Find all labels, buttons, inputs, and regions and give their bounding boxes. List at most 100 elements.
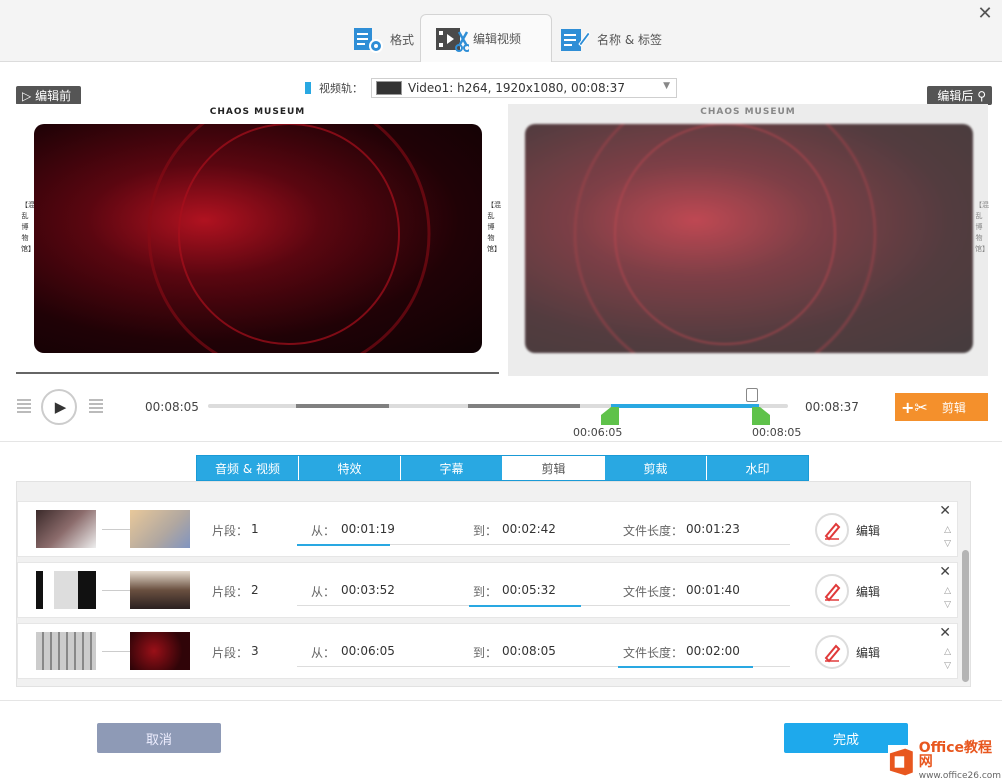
move-up-icon[interactable]: △ [944,525,951,535]
video-track-icon [305,82,311,94]
edit-pen-button[interactable] [815,513,849,547]
tab-subtitles[interactable]: 字幕 [401,456,503,480]
length-value: 00:01:40 [686,583,740,597]
play-button[interactable]: ▶ [41,389,77,425]
segment-thumb-end [130,632,190,670]
from-time[interactable]: 00:03:52 [341,583,395,597]
watermark-brand: Office教程网 [918,740,993,770]
edit-label[interactable]: 编辑 [856,583,880,600]
magnifier-icon: ⚲ [977,89,986,103]
after-preview-pane: CHAOS MUSEUM 【混乱博物馆】 [508,82,989,386]
segment-thumb-end [130,510,190,548]
segment-label: 片段： [212,646,249,660]
tag-edit-icon [559,26,591,52]
segment-row-2[interactable]: 片段： 2 从： 00:03:52 到： 00:05:32 文件长度： 00:0… [17,562,958,618]
row-underline [390,544,790,545]
format-settings-icon [352,26,383,53]
from-underline [297,544,390,546]
tab-name-tags-label: 名称 & 标签 [597,32,662,47]
tab-audio-video[interactable]: 音频 & 视频 [197,456,299,480]
watermark-url: www.office26.com [918,771,1002,781]
remove-icon[interactable]: ✕ [939,564,951,580]
length-label: 文件长度： [623,646,684,660]
length-value: 00:01:23 [686,522,740,536]
timeline-segment-2 [468,404,580,408]
list-scrollbar[interactable] [962,550,969,682]
video-brand-text: CHAOS MUSEUM [209,107,306,117]
to-time[interactable]: 00:08:05 [502,644,556,658]
grip-left-icon[interactable] [17,399,31,413]
move-up-icon[interactable]: △ [944,586,951,596]
segment-number: 1 [251,522,259,536]
thumb-connector [102,529,130,530]
close-icon[interactable]: ✕ [974,4,996,26]
after-video-frame [525,82,973,386]
office-logo-icon [889,748,913,776]
to-underline [469,605,581,607]
edit-label[interactable]: 编辑 [856,522,880,539]
grip-right-icon[interactable] [89,399,103,413]
edit-pen-button[interactable] [815,635,849,669]
move-up-icon[interactable]: △ [944,647,951,657]
thumb-connector [102,651,130,652]
cancel-button[interactable]: 取消 [97,723,221,753]
play-icon: ▶ [54,398,67,416]
start-marker[interactable] [601,407,619,425]
from-label: 从： [311,524,336,538]
segment-row-3[interactable]: 片段： 3 从： 00:06:05 到： 00:08:05 文件长度： 00:0… [17,623,958,679]
edit-label[interactable]: 编辑 [856,644,880,661]
tab-effects[interactable]: 特效 [299,456,401,480]
timeline-selection [611,404,759,408]
segment-label: 片段： [212,585,249,599]
footer-divider [0,700,1002,701]
tab-cut[interactable]: 剪辑 [503,456,605,480]
tab-crop[interactable]: 剪裁 [605,456,707,480]
segment-label: 片段： [212,524,249,538]
track-thumbnail [376,81,402,95]
timeline-segment-1 [296,404,389,408]
to-label: 到： [473,524,498,538]
move-down-icon[interactable]: ▽ [944,539,951,549]
video-track-row: 视频轨： Video1: h264, 1920x1080, 00:08:37 ▼ [305,78,677,98]
row-underline [753,666,790,667]
remove-icon[interactable]: ✕ [939,625,951,641]
current-time: 00:08:05 [145,400,199,414]
edit-pen-button[interactable] [815,574,849,608]
end-marker[interactable] [752,407,770,425]
length-label: 文件长度： [623,585,684,599]
segment-thumb-start [36,510,96,548]
segment-thumb-end [130,571,190,609]
edit-tabs: 音频 & 视频 特效 字幕 剪辑 剪裁 水印 [196,455,809,481]
tab-watermark[interactable]: 水印 [707,456,808,480]
before-edit-label: ▷ 编辑前 [16,86,82,105]
move-down-icon[interactable]: ▽ [944,661,951,671]
cut-button[interactable]: +✂ 剪辑 [895,393,988,421]
remove-icon[interactable]: ✕ [939,503,951,519]
to-time[interactable]: 00:05:32 [502,583,556,597]
pencil-icon [824,522,841,541]
playhead-handle[interactable] [746,388,758,402]
from-label: 从： [311,646,336,660]
tab-name-tags[interactable]: 名称 & 标签 [545,16,676,62]
video-edit-icon [435,26,471,52]
from-time[interactable]: 00:01:19 [341,522,395,536]
watermark-logo: Office教程网 www.office26.com [888,741,1002,781]
from-time[interactable]: 00:06:05 [341,644,395,658]
length-underline [618,666,753,668]
tab-format-label: 格式 [390,32,415,47]
video-track-select[interactable]: Video1: h264, 1920x1080, 00:08:37 ▼ [371,78,677,98]
tab-format[interactable]: 格式 [338,16,428,62]
length-value: 00:02:00 [686,644,740,658]
segment-thumb-start [36,571,96,609]
before-preview-pane: CHAOS MUSEUM 【混乱博物馆】 【混乱博物馆】 [16,92,501,376]
pencil-icon [824,583,841,602]
after-edit-label[interactable]: 编辑后 ⚲ [927,86,992,105]
total-time: 00:08:37 [805,400,859,414]
row-underline [581,605,790,606]
add-scissors-icon: +✂ [901,397,928,417]
tab-edit-video[interactable]: 编辑视频 [420,14,552,62]
to-label: 到： [473,646,498,660]
segment-row-1[interactable]: 片段： 1 从： 00:01:19 到： 00:02:42 文件长度： 00:0… [17,501,958,557]
move-down-icon[interactable]: ▽ [944,600,951,610]
to-time[interactable]: 00:02:42 [502,522,556,536]
